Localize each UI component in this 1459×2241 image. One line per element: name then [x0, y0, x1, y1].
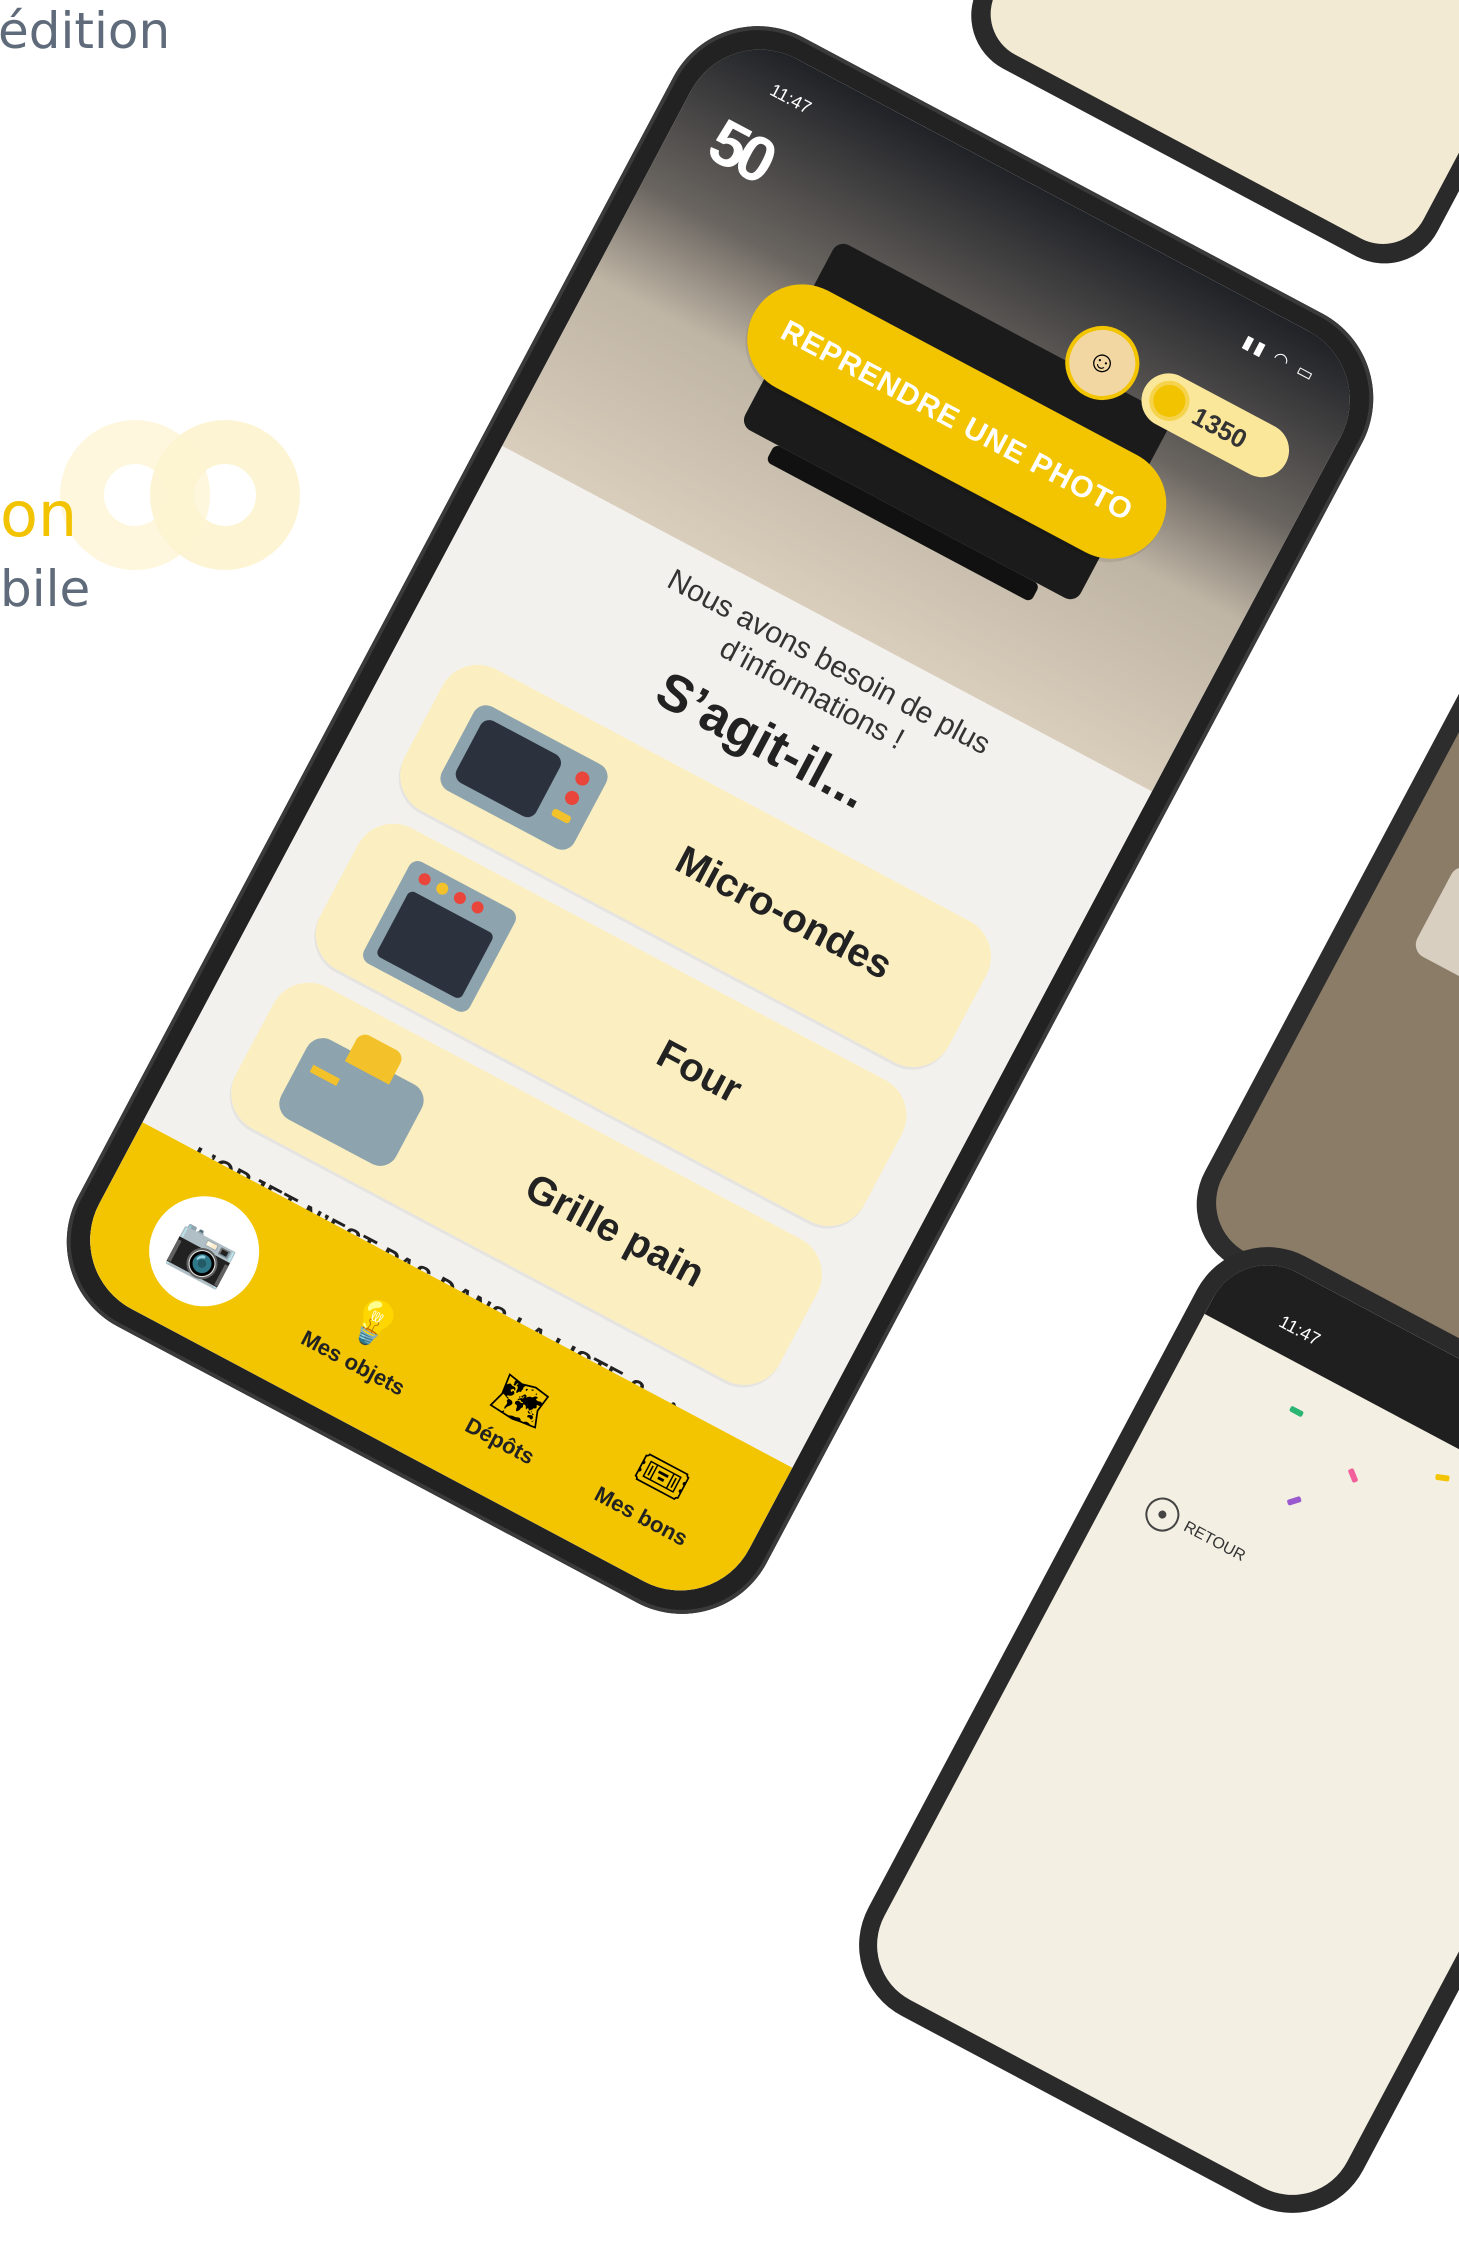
camera-icon: 📷 [161, 1210, 247, 1293]
coin-icon [1142, 373, 1197, 428]
tab-depots[interactable]: 🗺 Dépôts [461, 1361, 566, 1470]
microwave-icon [420, 678, 631, 873]
confetti-piece [1288, 1405, 1305, 1418]
toaster-icon [251, 996, 462, 1191]
background-phone-bottom-screen: 11:47 RETOUR [855, 1243, 1459, 2217]
camera-button[interactable]: 📷 [129, 1176, 279, 1326]
back-icon [1139, 1491, 1186, 1538]
tab-mes-bons[interactable]: 🎟 Mes bons [590, 1430, 719, 1552]
oven-icon [335, 837, 546, 1032]
back-label: RETOUR [1180, 1518, 1249, 1565]
background-logo-ring-right [150, 420, 300, 570]
tab-mes-objets[interactable]: 💡 Mes objets [297, 1274, 437, 1402]
background-phone-bottom: 11:47 RETOUR [830, 1218, 1459, 2241]
headline-fragment: édition [0, 2, 171, 60]
photo-thumbnail [1410, 862, 1459, 1007]
subtext-fragment: bile [0, 560, 91, 618]
accent-text-fragment: on [0, 478, 78, 551]
user-avatar-icon: ☺ [1081, 340, 1124, 385]
confetti-piece [1347, 1467, 1359, 1484]
back-button[interactable]: RETOUR [1139, 1491, 1251, 1573]
confetti-piece [1435, 1473, 1450, 1482]
confetti-piece [1286, 1495, 1302, 1506]
